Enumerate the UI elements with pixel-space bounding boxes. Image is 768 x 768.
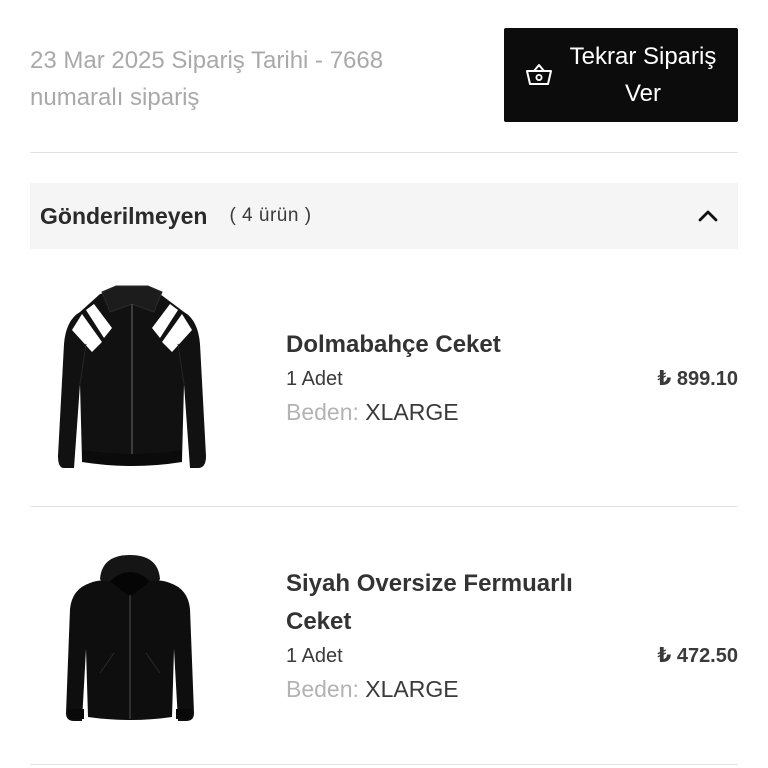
reorder-button[interactable]: Tekrar Sipariş Ver [504,28,738,122]
basket-icon [524,60,554,90]
product-price: ₺ 472.50 [657,645,738,667]
section-item-count: ( 4 ürün ) [229,205,312,226]
size-label: Beden: [286,399,359,425]
product-name[interactable]: Siyah Oversize Fermuarlı Ceket [286,565,616,641]
section-title: Gönderilmeyen [40,202,208,229]
product-image[interactable] [52,284,212,479]
unshipped-section-header[interactable]: Gönderilmeyen ( 4 ürün ) [30,183,738,249]
product-image[interactable] [60,553,200,730]
product-size: Beden: XLARGE [286,671,616,707]
size-value: XLARGE [365,399,459,425]
product-info: Siyah Oversize Fermuarlı Ceket 1 Adet Be… [286,565,616,707]
divider [30,764,738,765]
product-item[interactable]: Dolmabahçe Ceket 1 Adet Beden: XLARGE ₺ … [30,270,738,506]
order-meta: 23 Mar 2025 Sipariş Tarihi - 7668 numara… [30,47,384,111]
product-name[interactable]: Dolmabahçe Ceket [286,326,616,364]
product-info: Dolmabahçe Ceket 1 Adet Beden: XLARGE [286,326,616,430]
product-quantity: 1 Adet [286,368,343,390]
size-label: Beden: [286,676,359,702]
reorder-button-label: Tekrar Sipariş Ver [569,43,717,107]
size-value: XLARGE [365,676,459,702]
product-size: Beden: XLARGE [286,394,616,430]
order-header: 23 Mar 2025 Sipariş Tarihi - 7668 numara… [30,28,738,123]
product-item[interactable]: Siyah Oversize Fermuarlı Ceket 1 Adet Be… [30,507,738,763]
chevron-up-icon[interactable] [694,202,722,230]
product-price: ₺ 899.10 [657,368,738,390]
product-quantity: 1 Adet [286,645,343,667]
divider [30,152,738,153]
order-detail-page: 23 Mar 2025 Sipariş Tarihi - 7668 numara… [0,0,768,768]
